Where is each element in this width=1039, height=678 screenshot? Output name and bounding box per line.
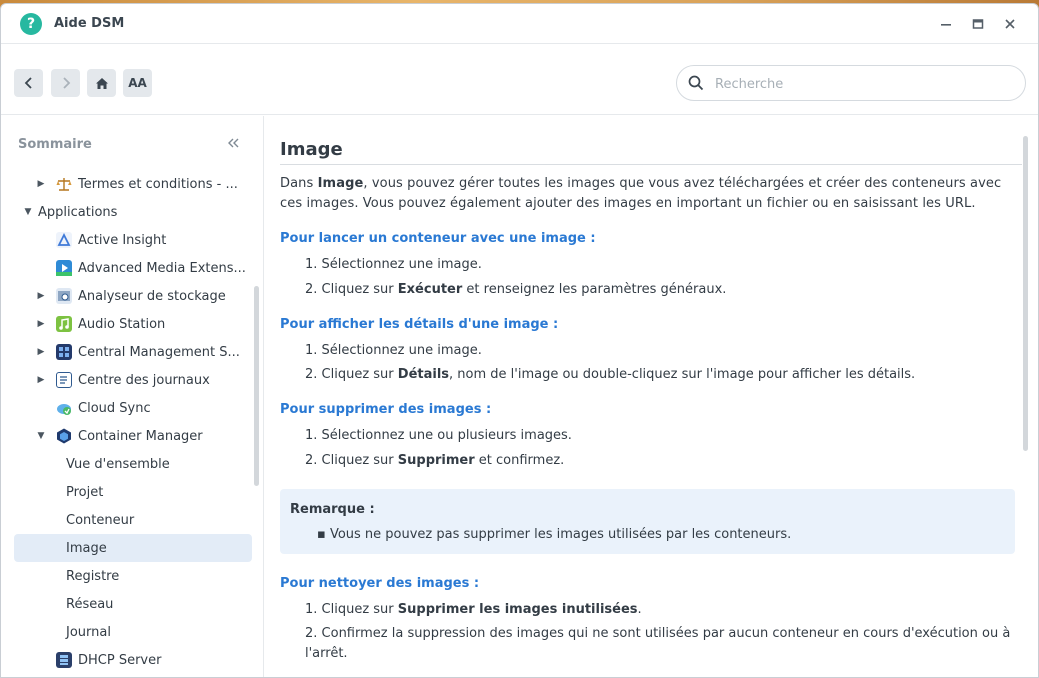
toc-item-media-extensions[interactable]: Advanced Media Extens...: [1, 254, 253, 282]
help-window: ? Aide DSM AA Sommaire: [0, 3, 1039, 678]
toc-item-dhcp-server[interactable]: DHCP Server: [1, 646, 253, 674]
list-item: 1. Cliquez sur Supprimer les images inut…: [305, 601, 642, 617]
chevron-left-icon: [24, 77, 32, 89]
note-title: Remarque :: [290, 501, 375, 517]
toc-item-applications[interactable]: ▼ Applications: [1, 198, 253, 226]
forward-button[interactable]: [51, 69, 80, 97]
toc-item-journal[interactable]: Journal: [1, 618, 253, 646]
toc-item-projet[interactable]: Projet: [1, 478, 253, 506]
home-icon: [95, 77, 108, 89]
minimize-button[interactable]: [936, 14, 956, 34]
note-box: Remarque : ▪ Vous ne pouvez pas supprime…: [280, 488, 1015, 554]
expand-arrow-icon[interactable]: ▶: [36, 291, 46, 301]
window-title: Aide DSM: [54, 16, 125, 31]
expand-arrow-icon[interactable]: ▶: [36, 347, 46, 357]
font-size-label: AA: [128, 76, 147, 90]
collapse-arrow-icon[interactable]: ▼: [23, 207, 33, 217]
toc-item-registre[interactable]: Registre: [1, 562, 253, 590]
help-content: Image Dans Image, vous pouvez gérer tout…: [265, 116, 1038, 677]
article-body: Dans Image, vous pouvez gérer toutes les…: [280, 174, 1015, 669]
minimize-icon: [941, 24, 951, 26]
toc-item-image[interactable]: Image: [14, 534, 252, 562]
title-bar: ? Aide DSM: [1, 4, 1038, 44]
close-button[interactable]: [1000, 14, 1020, 34]
section-heading: Pour afficher les détails d'une image :: [280, 316, 559, 332]
section-heading: Pour supprimer des images :: [280, 402, 492, 417]
chevron-right-icon: [62, 77, 70, 89]
media-extensions-icon: [56, 260, 72, 276]
storage-analyzer-icon: [56, 288, 72, 304]
toc-item-cms[interactable]: ▶ Central Management S...: [1, 338, 253, 366]
close-icon: [1005, 19, 1015, 29]
expand-arrow-icon[interactable]: ▶: [36, 319, 46, 329]
title-divider: [280, 164, 1022, 165]
toc-item-reseau[interactable]: Réseau: [1, 590, 253, 618]
toc-tree: ▶ Termes et conditions - ... ▼ Applicati…: [1, 170, 253, 674]
intro-paragraph: Dans Image, vous pouvez gérer toutes les…: [280, 176, 1002, 211]
scale-icon: [56, 176, 72, 192]
container-manager-icon: [56, 428, 72, 444]
steps-list: 1. Cliquez sur Supprimer les images inut…: [305, 600, 1015, 665]
maximize-button[interactable]: [968, 14, 988, 34]
toc-item-cloud-sync[interactable]: Cloud Sync: [1, 394, 253, 422]
collapse-sidebar-button[interactable]: [227, 134, 239, 153]
list-item: 1. Sélectionnez une ou plusieurs images.: [305, 428, 572, 443]
back-button[interactable]: [14, 69, 43, 97]
search-box[interactable]: [676, 65, 1026, 101]
list-item: 1. Sélectionnez une image.: [305, 257, 482, 272]
expand-arrow-icon[interactable]: ▶: [36, 179, 46, 189]
cms-icon: [56, 344, 72, 360]
expand-arrow-icon[interactable]: ▶: [36, 375, 46, 385]
page-title: Image: [280, 139, 343, 160]
log-center-icon: [56, 372, 72, 388]
toc-item-vue-ensemble[interactable]: Vue d'ensemble: [1, 450, 253, 478]
sidebar-heading: Sommaire: [18, 137, 92, 152]
steps-list: 1. Sélectionnez une image. 2. Cliquez su…: [305, 255, 1015, 300]
list-item: 2. Confirmez la suppression des images q…: [305, 626, 1011, 661]
steps-list: 1. Sélectionnez une image. 2. Cliquez su…: [305, 341, 1015, 386]
toc-item-container-manager[interactable]: ▼ Container Manager: [1, 422, 253, 450]
list-item: 1. Sélectionnez une image.: [305, 342, 482, 358]
double-chevron-left-icon: [228, 138, 239, 148]
section-heading: Pour lancer un conteneur avec une image …: [280, 231, 596, 246]
sidebar: Sommaire ▶ Termes et conditions - ... ▼ …: [1, 116, 264, 677]
active-insight-icon: [56, 232, 72, 248]
list-item: 2. Cliquez sur Détails, nom de l'image o…: [305, 367, 916, 382]
audio-station-icon: [56, 316, 72, 332]
toc-item-active-insight[interactable]: Active Insight: [1, 226, 253, 254]
sidebar-scrollbar[interactable]: [254, 286, 259, 486]
collapse-arrow-icon[interactable]: ▼: [36, 431, 46, 441]
section-heading: Pour nettoyer des images :: [280, 575, 480, 591]
font-size-button[interactable]: AA: [123, 69, 152, 97]
toc-item-analyseur[interactable]: ▶ Analyseur de stockage: [1, 282, 253, 310]
toc-item-termes[interactable]: ▶ Termes et conditions - ...: [1, 170, 253, 198]
toc-item-centre-journaux[interactable]: ▶ Centre des journaux: [1, 366, 253, 394]
search-input[interactable]: [715, 74, 1005, 94]
dhcp-server-icon: [56, 652, 72, 668]
toc-item-audio-station[interactable]: ▶ Audio Station: [1, 310, 253, 338]
steps-list: 1. Sélectionnez une ou plusieurs images.…: [305, 426, 1015, 471]
content-scrollbar[interactable]: [1023, 136, 1028, 451]
list-item: 2. Cliquez sur Supprimer et confirmez.: [305, 452, 565, 468]
list-item: 2. Cliquez sur Exécuter et renseignez le…: [305, 281, 727, 297]
search-icon: [688, 75, 704, 91]
note-item: ▪ Vous ne pouvez pas supprimer les image…: [317, 526, 792, 542]
cloud-sync-icon: [56, 400, 72, 416]
toolbar: AA: [1, 44, 1038, 115]
home-button[interactable]: [87, 69, 116, 97]
help-app-icon: ?: [20, 13, 42, 35]
maximize-icon: [972, 19, 984, 29]
toc-item-conteneur[interactable]: Conteneur: [1, 506, 253, 534]
